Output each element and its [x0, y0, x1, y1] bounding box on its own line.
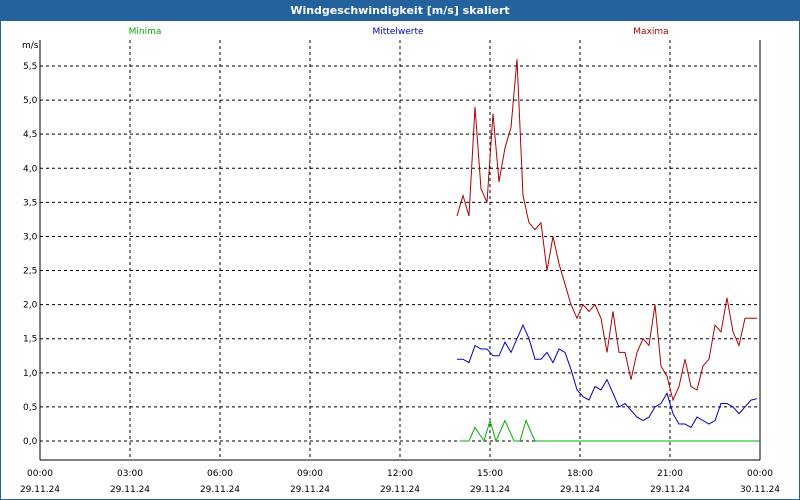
y-tick-label: 5,0 — [23, 96, 38, 106]
x-tick-time: 12:00 — [387, 469, 413, 479]
y-tick-label: 5,5 — [23, 62, 37, 72]
x-tick-time: 06:00 — [207, 469, 233, 479]
x-tick-time: 09:00 — [297, 469, 323, 479]
x-tick-date: 29.11.24 — [200, 485, 240, 495]
legend-mittelwerte: Mittelwerte — [372, 27, 423, 37]
x-tick-time: 03:00 — [117, 469, 143, 479]
y-tick-label: 1,0 — [23, 369, 38, 379]
series-line-minima — [460, 418, 760, 443]
y-axis-unit: m/s — [22, 41, 39, 51]
x-tick-date: 29.11.24 — [470, 485, 510, 495]
x-tick-time: 00:00 — [27, 469, 53, 479]
y-tick-label: 4,0 — [23, 164, 38, 174]
series-lines — [456, 59, 760, 443]
x-tick-date: 30.11.24 — [740, 485, 780, 495]
legend-maxima: Maxima — [633, 27, 668, 37]
wind-speed-chart: 0,00,51,01,52,02,53,03,54,04,55,05,5m/s … — [20, 27, 780, 495]
x-tick-labels: 00:00 29.11.24 03:00 29.11.24 06:00 29.11.24 0… — [20, 469, 780, 495]
y-tick-label: 3,0 — [23, 232, 38, 242]
x-tick-date: 29.11.24 — [290, 485, 330, 495]
x-tick-time: 00:00 — [747, 469, 773, 479]
y-tick-label: 0,0 — [23, 437, 38, 447]
x-tick-time: 21:00 — [657, 469, 683, 479]
legend: Minima Mittelwerte Maxima — [129, 27, 669, 37]
x-tick-time: 15:00 — [477, 469, 503, 479]
x-tick-date: 29.11.24 — [650, 485, 690, 495]
x-tick-date: 29.11.24 — [380, 485, 420, 495]
y-tick-label: 0,5 — [23, 403, 37, 413]
x-tick-date: 29.11.24 — [560, 485, 600, 495]
x-tick-time: 18:00 — [567, 469, 593, 479]
y-tick-label: 1,5 — [23, 335, 37, 345]
grid — [39, 40, 761, 460]
y-tick-label: 2,0 — [23, 301, 38, 311]
y-tick-labels: 0,0 0,5 1,0 1,5 2,0 2,5 3,0 3,5 4,0 4,5 5,0 5,5 m/s — [22, 41, 39, 447]
x-tick-date: 29.11.24 — [110, 485, 150, 495]
y-tick-label: 2,5 — [23, 267, 37, 277]
y-tick-label: 4,5 — [23, 130, 37, 140]
y-tick-label: 3,5 — [23, 198, 37, 208]
legend-minima: Minima — [129, 27, 162, 37]
x-tick-date: 29.11.24 — [20, 485, 60, 495]
